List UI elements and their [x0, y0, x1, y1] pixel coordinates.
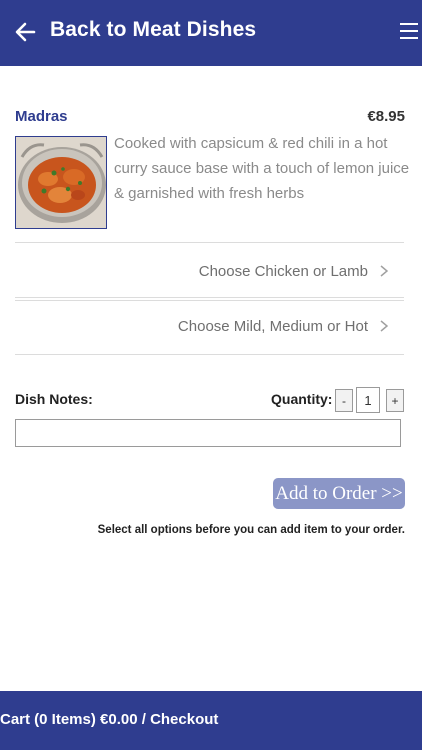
- quantity-increment-button[interactable]: +: [386, 389, 404, 412]
- back-link-title[interactable]: Back to Meat Dishes: [50, 18, 256, 42]
- dish-notes-input[interactable]: [15, 419, 401, 447]
- dish-price: €8.95: [367, 108, 405, 125]
- arrow-left-icon[interactable]: [14, 20, 36, 44]
- dish-name: Madras: [15, 108, 68, 125]
- option-label: Choose Chicken or Lamb: [198, 262, 368, 280]
- dish-description: Cooked with capsicum & red chili in a ho…: [114, 135, 410, 202]
- divider: [15, 297, 404, 298]
- divider: [15, 354, 404, 355]
- cart-summary-label: Cart (0 Items) €0.00 / Checkout: [0, 711, 219, 728]
- divider: [15, 242, 404, 243]
- hamburger-menu-icon[interactable]: [400, 23, 418, 39]
- quantity-input[interactable]: [356, 387, 380, 413]
- option-spice-level[interactable]: Choose Mild, Medium or Hot: [15, 300, 404, 352]
- add-to-order-button[interactable]: Add to Order >>: [273, 478, 405, 509]
- quantity-decrement-button[interactable]: -: [335, 389, 353, 412]
- dish-notes-label: Dish Notes:: [15, 391, 93, 407]
- options-required-hint: Select all options before you can add it…: [97, 524, 405, 536]
- chevron-right-icon: [380, 265, 388, 277]
- option-label: Choose Mild, Medium or Hot: [177, 317, 368, 335]
- curry-dish-photo: [15, 136, 107, 229]
- cart-checkout-bar[interactable]: Cart (0 Items) €0.00 / Checkout: [0, 691, 422, 750]
- option-meat-choice[interactable]: Choose Chicken or Lamb: [15, 245, 404, 297]
- chevron-right-icon: [380, 320, 388, 332]
- header-bar: Back to Meat Dishes: [0, 0, 422, 66]
- quantity-label: Quantity:: [271, 391, 333, 407]
